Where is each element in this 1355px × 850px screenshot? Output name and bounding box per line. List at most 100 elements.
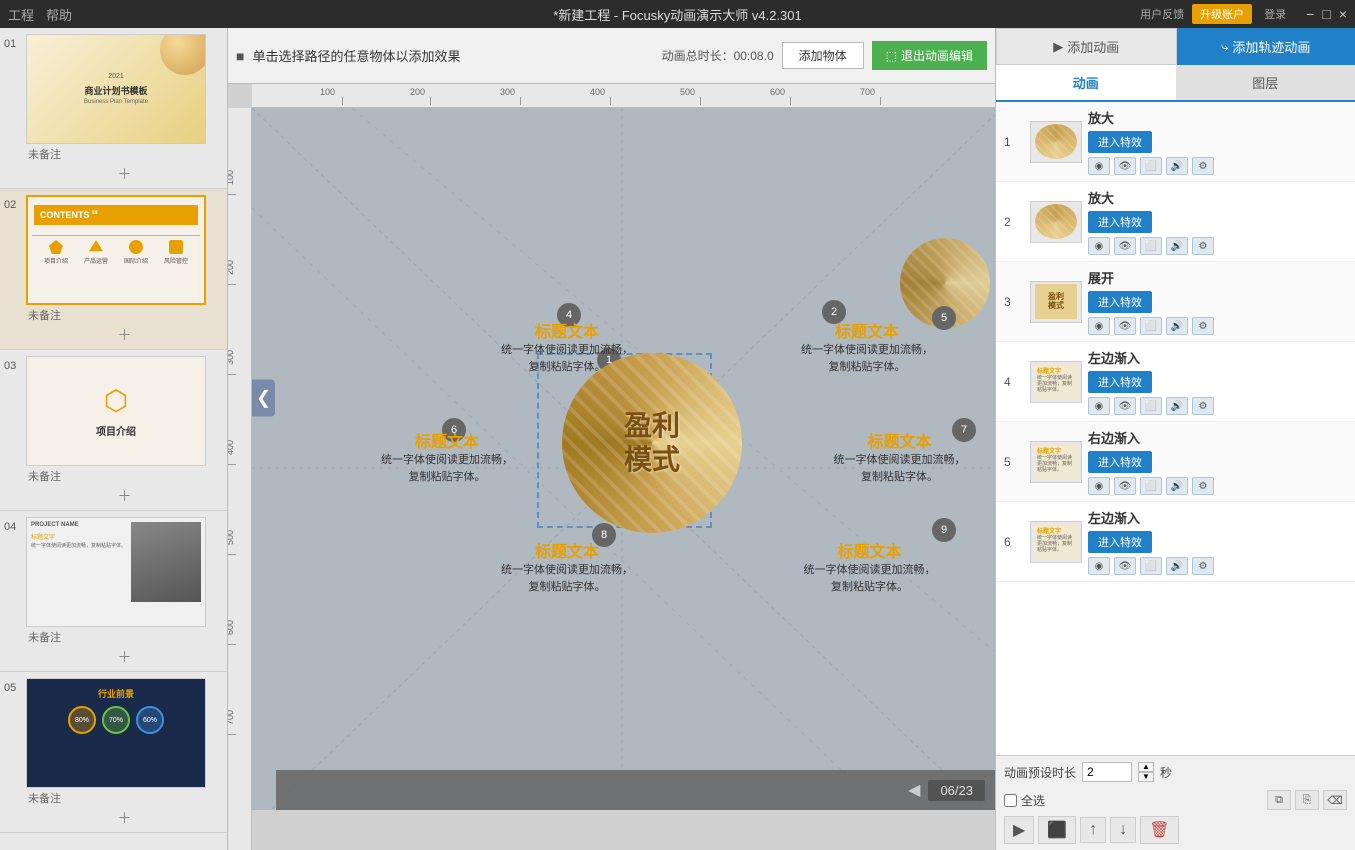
anim-ctrl-eye-1[interactable]: 👁 <box>1114 157 1136 175</box>
anim-name-3: 展开 <box>1088 268 1347 287</box>
rp-tabs: 动画 图层 <box>996 65 1355 102</box>
text-block-botright[interactable]: 标题文本 统一字体使阅读更加流畅，复制粘贴字体。 <box>792 538 947 595</box>
anim-ctrl-screen-3[interactable]: ⬜ <box>1140 317 1162 335</box>
duration-up[interactable]: ▲ <box>1138 762 1154 772</box>
anim-num-4: 4 <box>1004 375 1024 389</box>
slide-item-2[interactable]: 02 CONTENTS " 项目介绍 <box>0 189 227 350</box>
slide-add-2[interactable]: ＋ <box>26 323 223 347</box>
move-down-button[interactable]: ↓ <box>1110 817 1136 843</box>
remove-button[interactable]: 🗑 <box>1140 816 1178 844</box>
selectall-checkbox[interactable] <box>1004 794 1017 807</box>
anim-ctrl-eye-4[interactable]: 👁 <box>1114 397 1136 415</box>
add-object-button[interactable]: 添加物体 <box>782 42 864 69</box>
anim-effect-btn-3[interactable]: 进入特效 <box>1088 291 1152 313</box>
text-block-topright[interactable]: 标题文本 统一字体使阅读更加流畅，复制粘贴字体。 <box>792 318 942 375</box>
move-up-button[interactable]: ↑ <box>1080 817 1106 843</box>
slide-add-1[interactable]: ＋ <box>26 162 223 186</box>
slide-add-5[interactable]: ＋ <box>26 806 223 830</box>
slide-item-3[interactable]: 03 ⬡ 项目介绍 未备注 ＋ <box>0 350 227 511</box>
anim-effect-btn-6[interactable]: 进入特效 <box>1088 531 1152 553</box>
add-track-button[interactable]: ⤷ 添加轨迹动画 <box>1177 28 1355 65</box>
anim-ctrl-sound-6[interactable]: 🔊 <box>1166 557 1188 575</box>
slide-thumb-2[interactable]: CONTENTS " 项目介绍 产品运营 <box>26 195 206 305</box>
anim-ctrl-sound-2[interactable]: 🔊 <box>1166 237 1188 255</box>
text-block-midleft[interactable]: 标题文本 统一字体使阅读更加流畅，复制粘贴字体。 <box>372 428 522 485</box>
close-button[interactable]: × <box>1339 6 1347 22</box>
slide-thumb-wrap-5: 行业前景 80% 70% 60% 未备注 ＋ <box>26 678 223 830</box>
add-animation-button[interactable]: ▶ 添加动画 <box>996 28 1177 65</box>
anim-ctrl-sound-5[interactable]: 🔊 <box>1166 477 1188 495</box>
anim-ctrl-settings-2[interactable]: ⚙ <box>1192 237 1214 255</box>
anim-effect-btn-2[interactable]: 进入特效 <box>1088 211 1152 233</box>
delete-icon[interactable]: ⌫ <box>1323 790 1347 810</box>
paste-icon[interactable]: ⎘ <box>1295 790 1319 810</box>
slide-thumb-wrap-4: PROJECT NAME 标题文字 统一字体使阅读更加流畅，复制粘贴字体。 未备… <box>26 517 223 669</box>
tb-body-topright: 统一字体使阅读更加流畅，复制粘贴字体。 <box>792 342 942 375</box>
selectall-label[interactable]: 全选 <box>1004 792 1045 809</box>
slide-add-3[interactable]: ＋ <box>26 484 223 508</box>
duration-unit: 秒 <box>1160 764 1172 781</box>
anim-effect-btn-4[interactable]: 进入特效 <box>1088 371 1152 393</box>
copy-icon[interactable]: ⧉ <box>1267 790 1291 810</box>
tab-animation[interactable]: 动画 <box>996 65 1176 102</box>
play-button[interactable]: ▶ <box>1004 816 1034 844</box>
anim-ctrl-vis-2[interactable]: ◉ <box>1088 237 1110 255</box>
anim-ctrl-vis-3[interactable]: ◉ <box>1088 317 1110 335</box>
anim-ctrl-settings-4[interactable]: ⚙ <box>1192 397 1214 415</box>
slide-thumb-1[interactable]: 2021 商业计划书模板 Business Plan Template <box>26 34 206 144</box>
anim-ctrl-settings-1[interactable]: ⚙ <box>1192 157 1214 175</box>
anim-ctrl-eye-3[interactable]: 👁 <box>1114 317 1136 335</box>
upgrade-button[interactable]: 升级账户 <box>1192 4 1252 24</box>
stop-button[interactable]: ⬛ <box>1038 816 1076 844</box>
slide-thumb-3[interactable]: ⬡ 项目介绍 <box>26 356 206 466</box>
anim-ctrl-vis-6[interactable]: ◉ <box>1088 557 1110 575</box>
anim-ctrl-sound-4[interactable]: 🔊 <box>1166 397 1188 415</box>
slide-item-5[interactable]: 05 行业前景 80% 70% 60% 未备注 ＋ <box>0 672 227 833</box>
text-block-botleft[interactable]: 标题文本 统一字体使阅读更加流畅，复制粘贴字体。 <box>492 538 642 595</box>
anim-ctrl-vis-1[interactable]: ◉ <box>1088 157 1110 175</box>
tab-layer[interactable]: 图层 <box>1176 65 1355 100</box>
canvas-area[interactable]: 100 200 300 400 500 600 700 <box>228 84 995 850</box>
anim-ctrl-vis-4[interactable]: ◉ <box>1088 397 1110 415</box>
menu-help[interactable]: 帮助 <box>46 5 72 24</box>
anim-ctrl-settings-6[interactable]: ⚙ <box>1192 557 1214 575</box>
anim-ctrl-sound-3[interactable]: 🔊 <box>1166 317 1188 335</box>
slide-note-3: 未备注 <box>26 466 223 484</box>
anim-ctrl-screen-6[interactable]: ⬜ <box>1140 557 1162 575</box>
duration-input[interactable] <box>1082 762 1132 782</box>
slide-note-4: 未备注 <box>26 627 223 645</box>
slide-thumb-5[interactable]: 行业前景 80% 70% 60% <box>26 678 206 788</box>
anim-ctrl-screen-5[interactable]: ⬜ <box>1140 477 1162 495</box>
anim-ctrl-eye-5[interactable]: 👁 <box>1114 477 1136 495</box>
slide-item-1[interactable]: 01 2021 商业计划书模板 Business Plan Template 未… <box>0 28 227 189</box>
duration-down[interactable]: ▼ <box>1138 772 1154 782</box>
maximize-button[interactable]: □ <box>1322 6 1330 22</box>
anim-ctrl-screen-4[interactable]: ⬜ <box>1140 397 1162 415</box>
slide-add-4[interactable]: ＋ <box>26 645 223 669</box>
anim-effect-btn-1[interactable]: 进入特效 <box>1088 131 1152 153</box>
ruler-mark-v-400: 400 <box>228 440 235 455</box>
anim-ctrl-eye-2[interactable]: 👁 <box>1114 237 1136 255</box>
anim-ctrl-vis-5[interactable]: ◉ <box>1088 477 1110 495</box>
anim-ctrl-settings-5[interactable]: ⚙ <box>1192 477 1214 495</box>
anim-effect-btn-5[interactable]: 进入特效 <box>1088 451 1152 473</box>
slide-item-4[interactable]: 04 PROJECT NAME 标题文字 统一字体使阅读更加流畅，复制粘贴字体。… <box>0 511 227 672</box>
anim-ctrl-sound-1[interactable]: 🔊 <box>1166 157 1188 175</box>
anim-ctrl-eye-6[interactable]: 👁 <box>1114 557 1136 575</box>
login-button[interactable]: 登录 <box>1264 6 1286 22</box>
user-feedback-link[interactable]: 用户反馈 <box>1140 6 1184 22</box>
bottom-icon-prev[interactable]: ◀ <box>908 780 920 800</box>
anim-ctrl-settings-3[interactable]: ⚙ <box>1192 317 1214 335</box>
text-block-midright[interactable]: 标题文本 统一字体使阅读更加流畅，复制粘贴字体。 <box>822 428 977 485</box>
canvas-bg[interactable]: ❮ 1 2 3 4 5 6 7 8 9 标题文本 统一字体使阅 <box>252 108 995 810</box>
menu-project[interactable]: 工程 <box>8 5 34 24</box>
minimize-button[interactable]: − <box>1306 6 1314 22</box>
anim-ctrl-screen-2[interactable]: ⬜ <box>1140 237 1162 255</box>
exit-button[interactable]: ⬚ 退出动画编辑 <box>872 41 987 70</box>
slide-thumb-4[interactable]: PROJECT NAME 标题文字 统一字体使阅读更加流畅，复制粘贴字体。 <box>26 517 206 627</box>
central-orb[interactable]: 盈利 模式 <box>562 353 742 533</box>
toolbar-icon: ■ <box>236 48 244 64</box>
anim-ctrl-screen-1[interactable]: ⬜ <box>1140 157 1162 175</box>
nav-arrow-left[interactable]: ❮ <box>252 380 275 417</box>
add-track-label: 添加轨迹动画 <box>1232 37 1310 56</box>
